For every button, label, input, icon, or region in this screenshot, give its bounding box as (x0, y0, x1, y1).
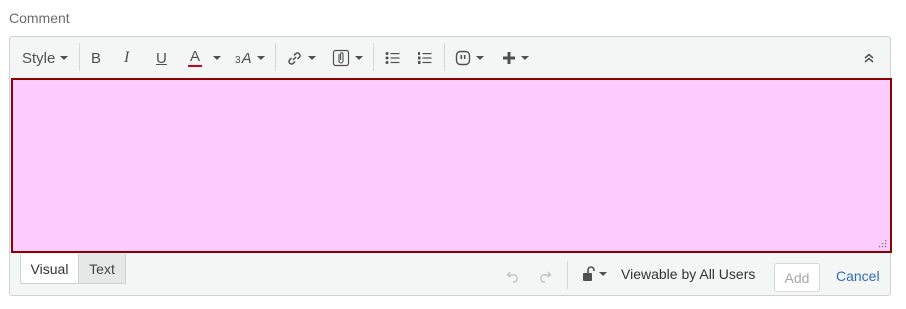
text-color-icon: A (189, 47, 200, 65)
tab-visual[interactable]: Visual (20, 254, 79, 284)
toolbar-divider (79, 43, 80, 71)
visibility-label: Viewable by All Users (621, 266, 756, 282)
toolbar-divider (373, 43, 374, 71)
footer-divider (567, 261, 568, 289)
insert-more-dropdown[interactable] (502, 46, 529, 70)
emoticon-dropdown[interactable] (455, 46, 484, 70)
bold-icon: B (91, 49, 102, 67)
chevron-down-icon (521, 56, 529, 60)
italic-icon: I (124, 49, 130, 66)
chevron-down-icon (213, 56, 221, 60)
toolbar-divider (275, 43, 276, 71)
numbered-list-icon (418, 52, 432, 64)
bullet-list-button[interactable] (385, 46, 401, 70)
tab-visual-label: Visual (30, 260, 69, 277)
font-size-icon: 3 A (235, 50, 252, 67)
emoticon-icon (455, 50, 471, 66)
cancel-link[interactable]: Cancel (836, 268, 880, 284)
style-dropdown-label: Style (22, 49, 56, 67)
redo-icon (540, 271, 552, 283)
text-color-dropdown[interactable] (208, 46, 221, 70)
tab-text-label: Text (89, 260, 115, 277)
add-button[interactable]: Add (774, 263, 820, 292)
toolbar-divider (444, 43, 445, 71)
font-size-dropdown[interactable]: 3 A (235, 46, 265, 70)
link-icon (288, 51, 301, 65)
chevron-down-icon (355, 56, 363, 60)
attachment-dropdown[interactable] (332, 46, 363, 70)
attachment-icon (332, 49, 350, 67)
editor-footer: Visual Text Viewable by All Users Add Ca… (10, 254, 890, 295)
text-color-button[interactable]: A (188, 46, 202, 70)
link-dropdown[interactable] (286, 46, 316, 70)
font-size-prefix: 3 (235, 54, 241, 66)
font-size-glyph: A (241, 49, 252, 67)
collapse-toolbar-button[interactable] (863, 46, 875, 70)
text-color-swatch (188, 64, 202, 67)
chevron-down-icon (476, 56, 484, 60)
chevron-down-icon (60, 56, 69, 60)
resize-handle-icon[interactable] (878, 239, 887, 248)
tab-text[interactable]: Text (78, 254, 126, 284)
numbered-list-button[interactable] (417, 46, 433, 70)
chevron-down-icon (599, 272, 607, 276)
redo-button[interactable] (536, 269, 552, 283)
underline-button[interactable]: U (156, 46, 167, 70)
chevron-down-icon (308, 56, 316, 60)
comment-content-area[interactable] (11, 78, 892, 253)
bold-button[interactable]: B (91, 46, 101, 70)
undo-icon (506, 271, 518, 283)
plus-icon (503, 52, 515, 64)
chevron-down-icon (256, 56, 265, 60)
editor-toolbar: Style B I U A 3 A (10, 37, 890, 77)
style-dropdown[interactable]: Style (22, 46, 69, 70)
unlock-icon (583, 266, 595, 281)
comment-editor: Style B I U A 3 A Visual Text Viewable b… (9, 36, 892, 296)
double-chevron-up-icon (864, 53, 874, 63)
comment-label: Comment (9, 10, 70, 26)
bullet-list-icon (385, 52, 400, 64)
italic-button[interactable]: I (124, 46, 129, 70)
undo-button[interactable] (506, 269, 522, 283)
visibility-dropdown[interactable] (582, 266, 607, 282)
underline-icon: U (156, 49, 167, 67)
